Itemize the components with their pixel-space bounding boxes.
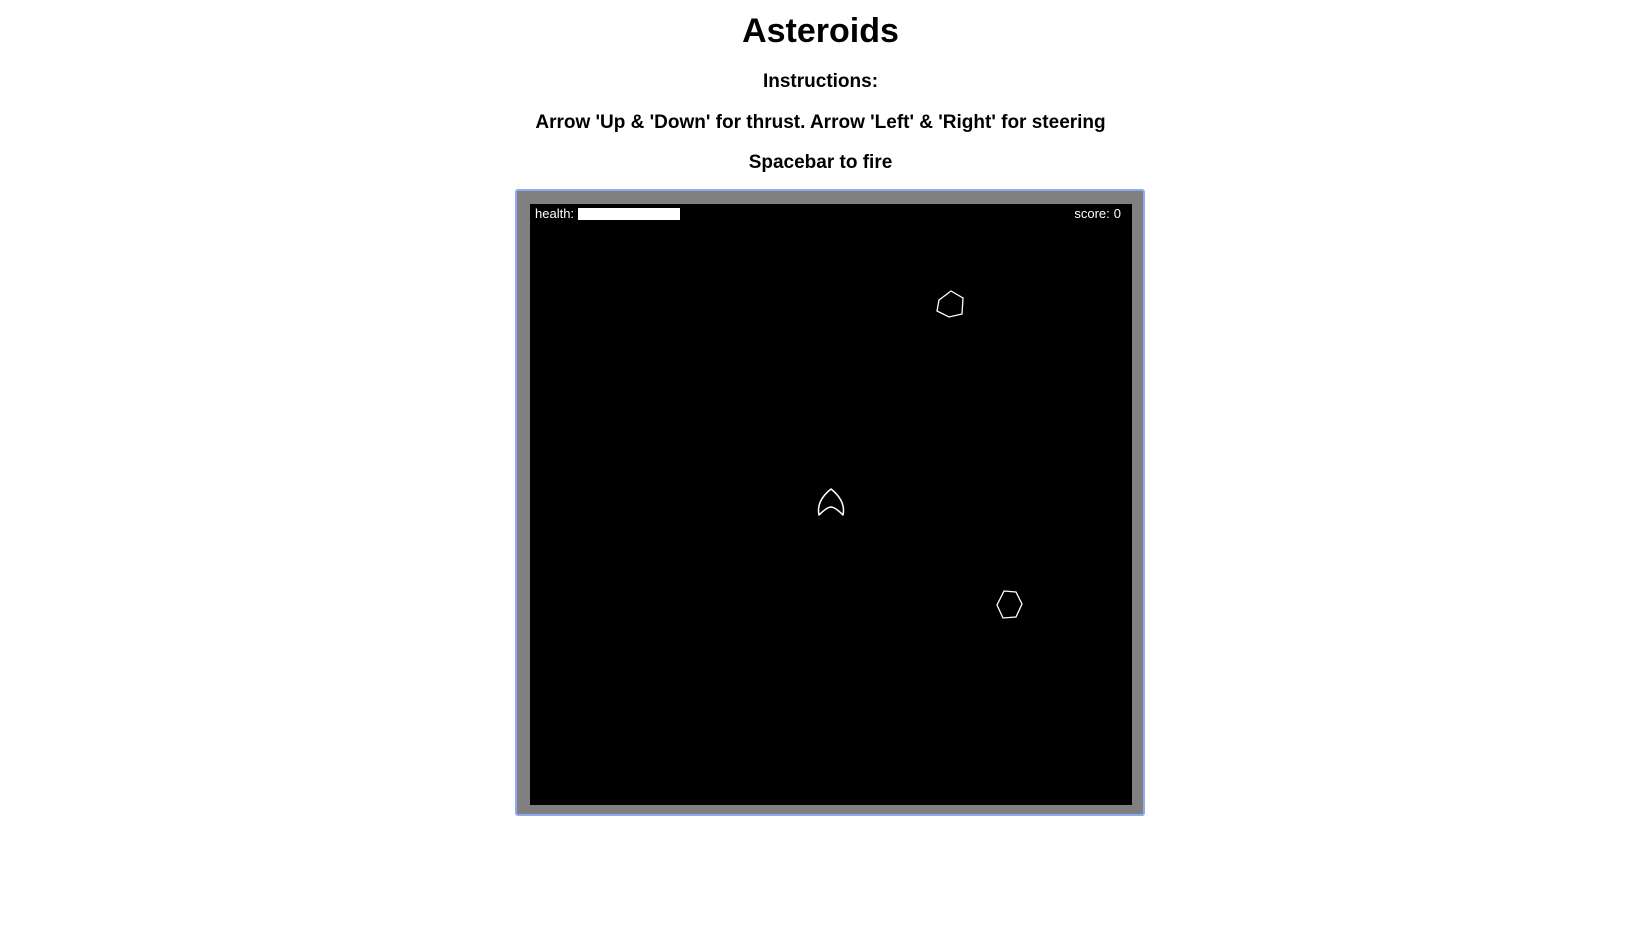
page: Asteroids Instructions: Arrow 'Up & 'Dow… (0, 0, 1641, 935)
health-bar-fill (578, 208, 681, 220)
instructions-fire: Spacebar to fire (748, 152, 893, 173)
instructions-thrust-steering: Arrow 'Up & 'Down' for thrust. Arrow 'Le… (535, 112, 1106, 133)
asteroid-icon (936, 290, 964, 318)
page-title: Asteroids (742, 12, 899, 50)
health-bar (578, 208, 681, 220)
game-canvas[interactable]: health: score: 0 (530, 204, 1132, 805)
score-display: score: 0 (1074, 206, 1121, 222)
asteroid-icon (996, 590, 1023, 619)
health-label: health: (535, 206, 575, 221)
ship-icon (817, 488, 845, 516)
score-value: 0 (1113, 206, 1121, 221)
score-label: score: (1074, 206, 1110, 221)
instructions-heading: Instructions: (762, 71, 879, 92)
health-display: health: (535, 206, 681, 222)
playfield (817, 290, 1023, 619)
